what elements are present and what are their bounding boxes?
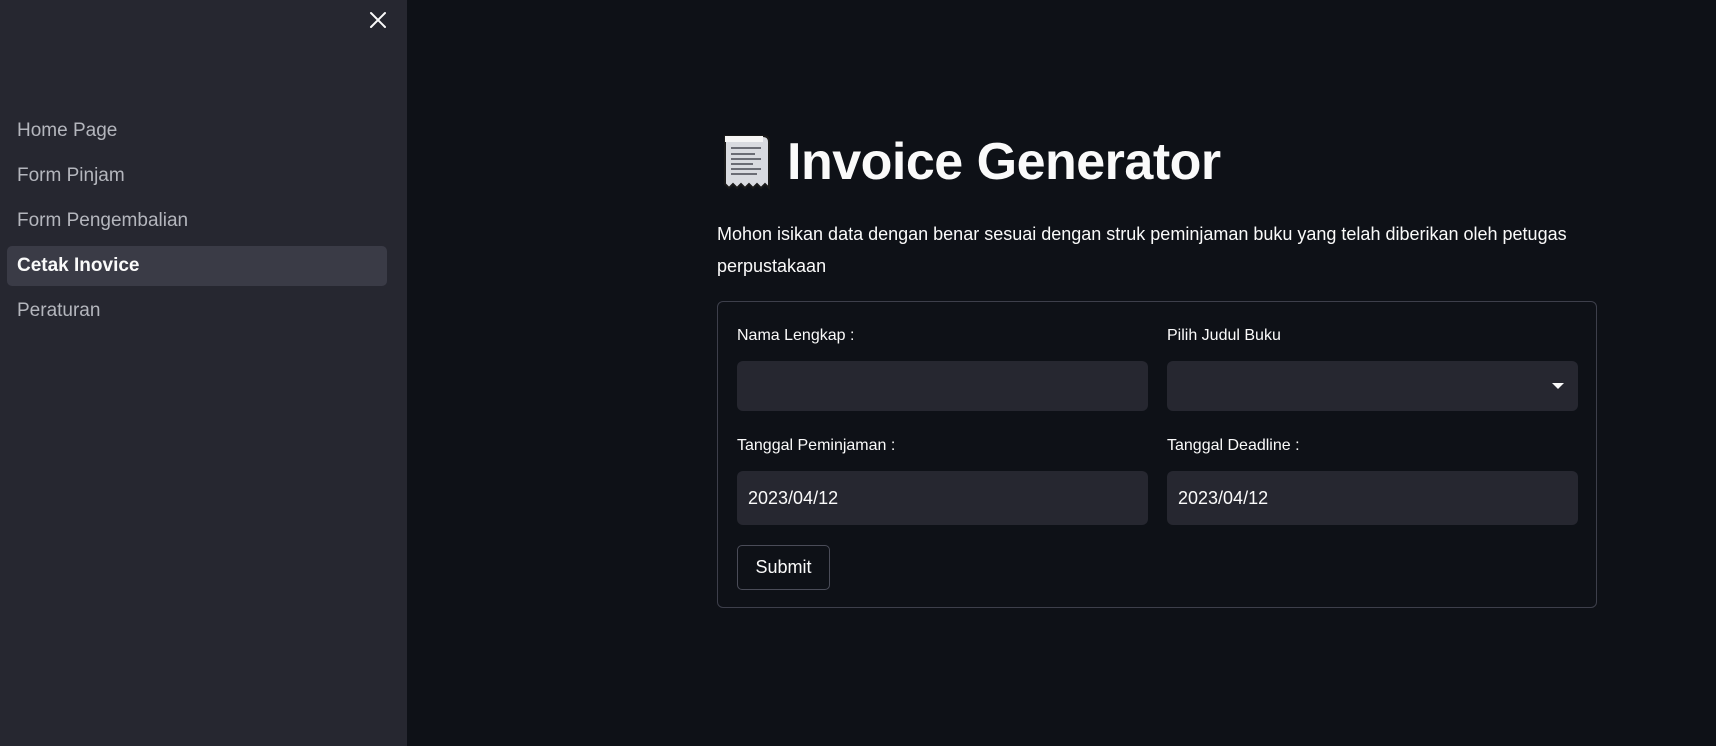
sidebar: Home Page Form Pinjam Form Pengembalian … [0, 0, 407, 746]
sidebar-item-cetak-inovice[interactable]: Cetak Inovice [7, 246, 387, 286]
tanggal-peminjaman-input[interactable]: 2023/04/12 [737, 471, 1148, 525]
sidebar-item-form-pengembalian[interactable]: Form Pengembalian [7, 201, 387, 241]
invoice-form: Nama Lengkap : Pilih Judul Buku Tanggal … [717, 301, 1597, 608]
page-header: Invoice Generator [717, 132, 1221, 192]
main-content: Invoice Generator Mohon isikan data deng… [407, 0, 1716, 746]
sidebar-item-form-pinjam[interactable]: Form Pinjam [7, 156, 387, 196]
tanggal-deadline-input[interactable]: 2023/04/12 [1167, 471, 1578, 525]
sidebar-item-home-page[interactable]: Home Page [7, 111, 387, 151]
page-description: Mohon isikan data dengan benar sesuai de… [717, 224, 1567, 276]
nama-lengkap-label: Nama Lengkap : [737, 327, 855, 344]
page-title: Invoice Generator [787, 133, 1221, 191]
chevron-down-icon [1552, 383, 1564, 389]
close-sidebar-button[interactable] [364, 6, 392, 34]
nama-lengkap-input[interactable] [737, 361, 1148, 411]
sidebar-nav: Home Page Form Pinjam Form Pengembalian … [7, 111, 387, 336]
tanggal-deadline-label: Tanggal Deadline : [1167, 437, 1300, 454]
submit-button[interactable]: Submit [737, 545, 830, 590]
app: Home Page Form Pinjam Form Pengembalian … [0, 0, 1716, 746]
sidebar-item-peraturan[interactable]: Peraturan [7, 291, 387, 331]
judul-buku-select[interactable] [1167, 361, 1578, 411]
tanggal-peminjaman-label: Tanggal Peminjaman : [737, 437, 896, 454]
judul-buku-label: Pilih Judul Buku [1167, 327, 1281, 344]
close-icon [370, 12, 386, 28]
receipt-icon [724, 135, 770, 191]
